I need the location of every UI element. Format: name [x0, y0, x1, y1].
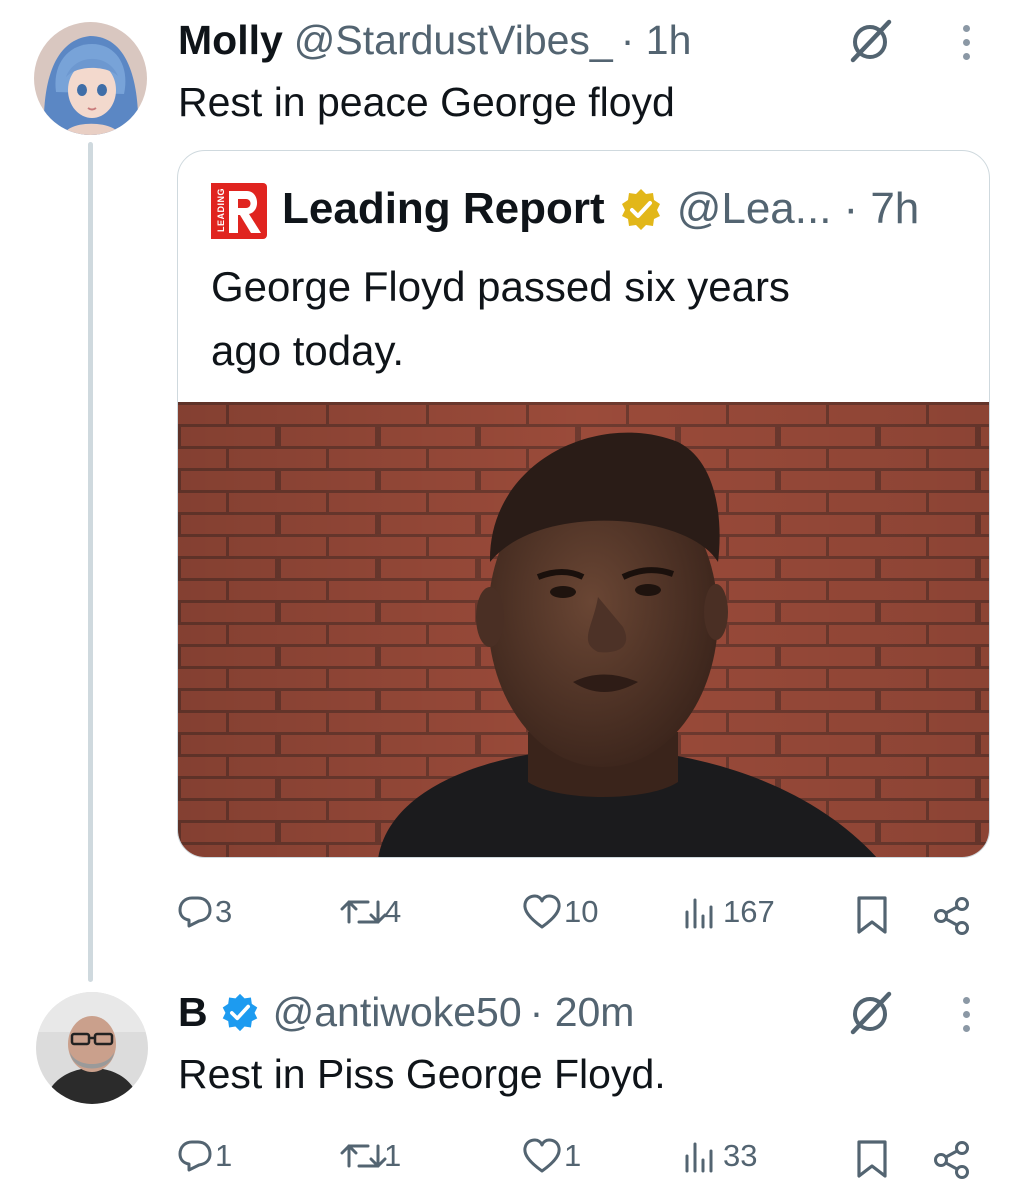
- avatar-anime-portrait: [34, 22, 147, 135]
- reply-icon: [178, 896, 212, 928]
- like-icon: [523, 894, 561, 929]
- reply-button[interactable]: 3: [177, 894, 232, 930]
- leading-report-logo[interactable]: LEADING: [211, 183, 267, 239]
- author-name[interactable]: B: [178, 988, 208, 1036]
- bookmark-icon[interactable]: [855, 1139, 889, 1179]
- quote-timestamp[interactable]: · 7h: [843, 181, 919, 237]
- author-handle[interactable]: @antiwoke50: [273, 988, 522, 1036]
- thread-line: [88, 142, 93, 982]
- repost-button[interactable]: 4: [340, 894, 401, 930]
- more-icon[interactable]: [962, 25, 970, 60]
- timestamp[interactable]: · 20m: [530, 988, 635, 1036]
- like-icon: [523, 1138, 561, 1173]
- quoted-tweet[interactable]: LEADING Leading Report @Lea... · 7h Geor…: [177, 150, 990, 858]
- avatar[interactable]: [34, 22, 147, 135]
- bookmark-icon[interactable]: [855, 895, 889, 935]
- reply-count: 3: [215, 894, 233, 929]
- more-icon[interactable]: [962, 997, 970, 1032]
- share-icon[interactable]: [932, 896, 972, 936]
- views-icon: [685, 1142, 713, 1173]
- quote-text: George Floyd passed six years ago today.: [211, 255, 790, 383]
- grok-icon[interactable]: [848, 990, 894, 1036]
- quote-header: Leading Report @Lea... · 7h: [282, 181, 919, 237]
- quote-author-handle[interactable]: @Lea...: [677, 181, 832, 237]
- repost-icon: [340, 1144, 387, 1168]
- reply-icon: [178, 1140, 212, 1172]
- quote-author-name[interactable]: Leading Report: [282, 181, 605, 237]
- avatar[interactable]: [36, 992, 148, 1104]
- views-button[interactable]: 167: [683, 894, 775, 930]
- quote-text-line: ago today.: [211, 327, 405, 374]
- grok-icon[interactable]: [848, 18, 894, 64]
- share-icon[interactable]: [932, 1140, 972, 1180]
- reply-count: 1: [215, 1138, 233, 1173]
- author-name[interactable]: Molly: [178, 16, 283, 64]
- like-button[interactable]: 1: [522, 1138, 581, 1174]
- like-count: 1: [564, 1138, 582, 1173]
- reply2-header: B @antiwoke50 · 20m: [178, 988, 634, 1036]
- like-button[interactable]: 10: [522, 894, 598, 930]
- quote-photo[interactable]: [178, 402, 990, 858]
- views-count: 167: [723, 894, 775, 929]
- repost-icon: [340, 900, 387, 924]
- views-icon: [685, 898, 713, 929]
- timestamp[interactable]: · 1h: [621, 16, 692, 64]
- repost-count: 1: [384, 1138, 402, 1173]
- avatar-man-portrait: [36, 992, 148, 1104]
- logo-side-text: LEADING: [216, 188, 226, 232]
- views-count: 33: [723, 1138, 758, 1173]
- quote-text-line: George Floyd passed six years: [211, 263, 790, 310]
- author-handle[interactable]: @StardustVibes_: [294, 16, 613, 64]
- reply2-text: Rest in Piss George Floyd.: [178, 1051, 666, 1097]
- repost-count: 4: [384, 894, 402, 929]
- reply1-text: Rest in peace George floyd: [178, 79, 675, 125]
- views-button[interactable]: 33: [683, 1138, 757, 1174]
- gold-verified-icon[interactable]: [619, 187, 663, 231]
- reply-button[interactable]: 1: [177, 1138, 232, 1174]
- like-count: 10: [564, 894, 599, 929]
- reply1-header: Molly @StardustVibes_ · 1h: [178, 16, 691, 64]
- blue-verified-icon[interactable]: [220, 992, 260, 1032]
- repost-button[interactable]: 1: [340, 1138, 401, 1174]
